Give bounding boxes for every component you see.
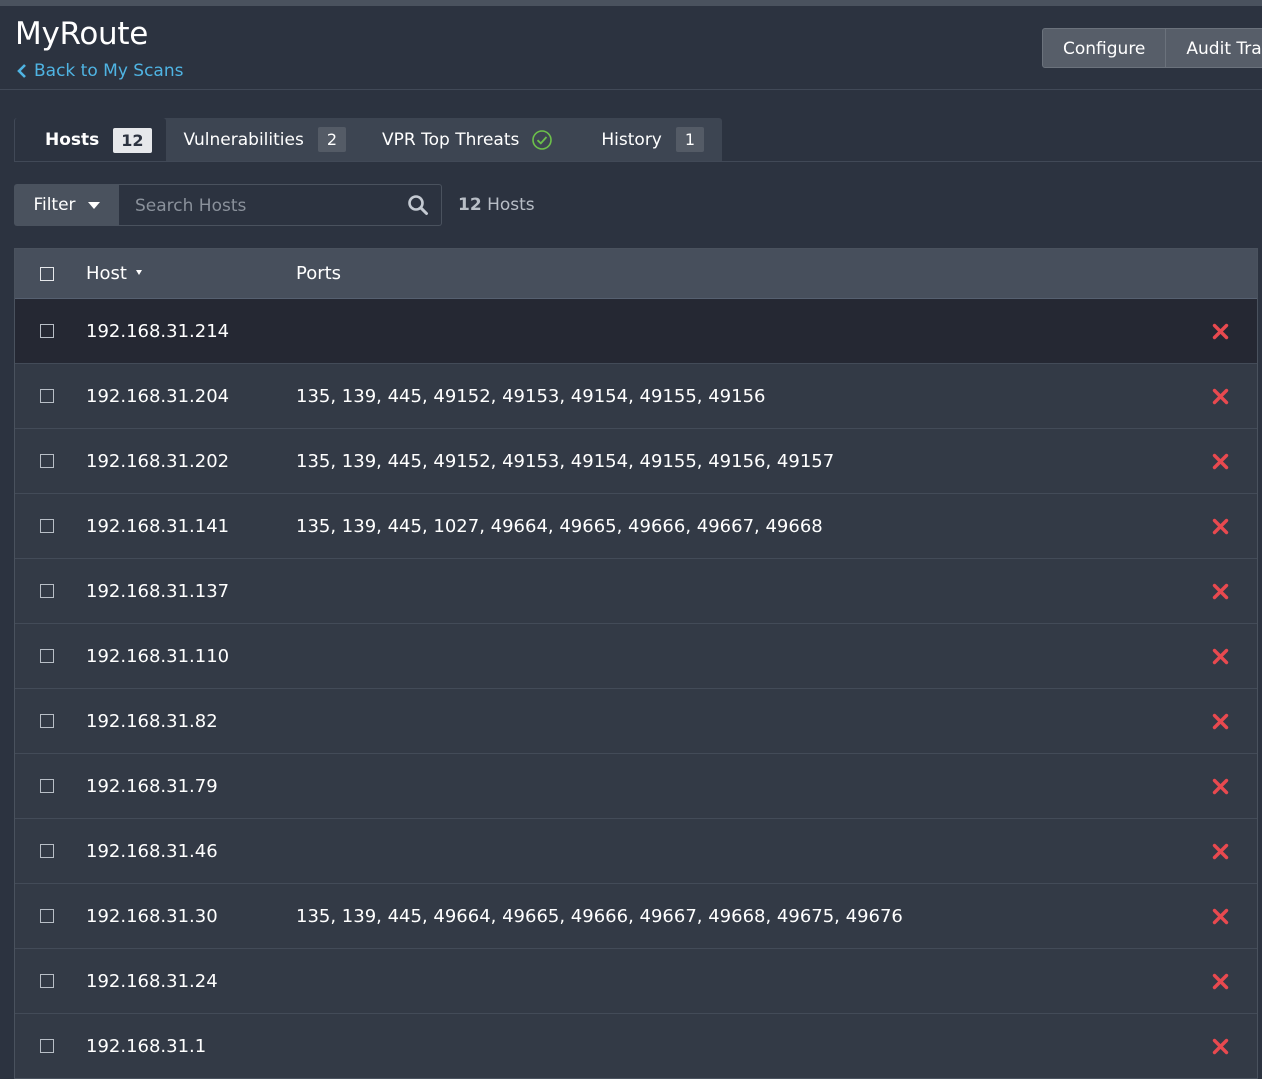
- host-column-label: Host: [86, 263, 127, 284]
- table-row[interactable]: 192.168.31.1: [15, 1014, 1257, 1078]
- row-checkbox[interactable]: [40, 389, 54, 403]
- row-host: 192.168.31.79: [86, 775, 218, 797]
- delete-icon[interactable]: [1212, 518, 1229, 535]
- row-ports: 135, 139, 445, 1027, 49664, 49665, 49666…: [296, 515, 823, 537]
- filter-button[interactable]: Filter: [14, 184, 119, 226]
- delete-icon[interactable]: [1212, 388, 1229, 405]
- row-host: 192.168.31.202: [86, 450, 230, 472]
- back-link-label: Back to My Scans: [34, 61, 184, 81]
- chevron-left-icon: [17, 64, 26, 78]
- row-host: 192.168.31.82: [86, 710, 218, 732]
- tab-hosts-count: 12: [113, 127, 152, 153]
- search-icon[interactable]: [407, 194, 429, 216]
- host-column-header[interactable]: Host: [86, 263, 142, 284]
- row-checkbox[interactable]: [40, 649, 54, 663]
- delete-icon[interactable]: [1212, 323, 1229, 340]
- ports-column-header: Ports: [296, 263, 342, 284]
- table-row[interactable]: 192.168.31.214: [15, 299, 1257, 364]
- delete-icon[interactable]: [1212, 648, 1229, 665]
- tab-vpr-label: VPR Top Threats: [382, 129, 520, 150]
- table-body: 192.168.31.214 192.168.31.204 135, 139, …: [15, 299, 1257, 1078]
- table-row[interactable]: 192.168.31.137: [15, 559, 1257, 624]
- back-to-scans-link[interactable]: Back to My Scans: [16, 61, 183, 81]
- delete-icon[interactable]: [1212, 1038, 1229, 1055]
- row-checkbox[interactable]: [40, 779, 54, 793]
- audit-trail-button[interactable]: Audit Tra: [1166, 28, 1262, 68]
- host-count-label: Hosts: [487, 195, 535, 215]
- row-host: 192.168.31.204: [86, 385, 230, 407]
- row-ports: 135, 139, 445, 49152, 49153, 49154, 4915…: [296, 385, 766, 407]
- tab-vulnerabilities[interactable]: Vulnerabilities 2: [166, 118, 364, 161]
- table-row[interactable]: 192.168.31.82: [15, 689, 1257, 754]
- header-actions: Configure Audit Tra: [1042, 28, 1262, 68]
- tab-bar: Hosts 12 Vulnerabilities 2 VPR Top Threa…: [14, 118, 723, 162]
- row-host: 192.168.31.214: [86, 320, 230, 342]
- caret-down-icon: [87, 201, 100, 209]
- tab-divider: [14, 161, 1262, 162]
- tab-hosts-label: Hosts: [45, 130, 100, 150]
- table-row[interactable]: 192.168.31.46: [15, 819, 1257, 884]
- search-box: [119, 184, 442, 227]
- table-row[interactable]: 192.168.31.79: [15, 754, 1257, 819]
- row-checkbox[interactable]: [40, 909, 54, 923]
- row-host: 192.168.31.30: [86, 905, 218, 927]
- row-checkbox[interactable]: [40, 454, 54, 468]
- row-ports: 135, 139, 445, 49664, 49665, 49666, 4966…: [296, 905, 903, 927]
- delete-icon[interactable]: [1212, 843, 1229, 860]
- table-row[interactable]: 192.168.31.30 135, 139, 445, 49664, 4966…: [15, 884, 1257, 949]
- row-host: 192.168.31.46: [86, 840, 218, 862]
- tab-history-count: 1: [675, 127, 705, 152]
- row-checkbox[interactable]: [40, 1039, 54, 1053]
- table-row[interactable]: 192.168.31.141 135, 139, 445, 1027, 4966…: [15, 494, 1257, 559]
- filter-label: Filter: [33, 195, 76, 215]
- table-header: Host Ports: [15, 249, 1257, 299]
- tab-vulnerabilities-label: Vulnerabilities: [183, 129, 304, 150]
- row-host: 192.168.31.24: [86, 970, 218, 992]
- page-header: MyRoute Back to My Scans Configure Audit…: [0, 6, 1262, 90]
- delete-icon[interactable]: [1212, 583, 1229, 600]
- row-checkbox[interactable]: [40, 714, 54, 728]
- row-checkbox[interactable]: [40, 974, 54, 988]
- tab-history[interactable]: History 1: [583, 118, 722, 161]
- tab-vulnerabilities-count: 2: [317, 127, 347, 152]
- page-title: MyRoute: [15, 16, 148, 52]
- host-count: 12 Hosts: [458, 195, 535, 215]
- filter-bar: Filter: [14, 184, 442, 227]
- row-checkbox[interactable]: [40, 519, 54, 533]
- table-row[interactable]: 192.168.31.24: [15, 949, 1257, 1014]
- table-row[interactable]: 192.168.31.204 135, 139, 445, 49152, 491…: [15, 364, 1257, 429]
- row-checkbox[interactable]: [40, 324, 54, 338]
- table-row[interactable]: 192.168.31.202 135, 139, 445, 49152, 491…: [15, 429, 1257, 494]
- row-ports: 135, 139, 445, 49152, 49153, 49154, 4915…: [296, 450, 835, 472]
- tab-hosts[interactable]: Hosts 12: [14, 118, 166, 162]
- select-all-checkbox[interactable]: [40, 266, 54, 281]
- row-host: 192.168.31.1: [86, 1035, 207, 1057]
- configure-button[interactable]: Configure: [1042, 28, 1167, 68]
- delete-icon[interactable]: [1212, 453, 1229, 470]
- delete-icon[interactable]: [1212, 973, 1229, 990]
- check-circle-icon: [532, 129, 553, 150]
- search-hosts-input[interactable]: [133, 185, 397, 227]
- delete-icon[interactable]: [1212, 908, 1229, 925]
- sort-down-icon: [135, 269, 142, 275]
- row-checkbox[interactable]: [40, 584, 54, 598]
- tab-vpr-top-threats[interactable]: VPR Top Threats: [364, 118, 583, 161]
- host-count-number: 12: [458, 195, 482, 215]
- row-host: 192.168.31.110: [86, 645, 230, 667]
- row-host: 192.168.31.137: [86, 580, 230, 602]
- table-row[interactable]: 192.168.31.110: [15, 624, 1257, 689]
- row-host: 192.168.31.141: [86, 515, 230, 537]
- delete-icon[interactable]: [1212, 778, 1229, 795]
- hosts-table: Host Ports 192.168.31.214 192.168.31.204…: [14, 248, 1258, 1079]
- delete-icon[interactable]: [1212, 713, 1229, 730]
- tab-history-label: History: [601, 129, 662, 150]
- row-checkbox[interactable]: [40, 844, 54, 858]
